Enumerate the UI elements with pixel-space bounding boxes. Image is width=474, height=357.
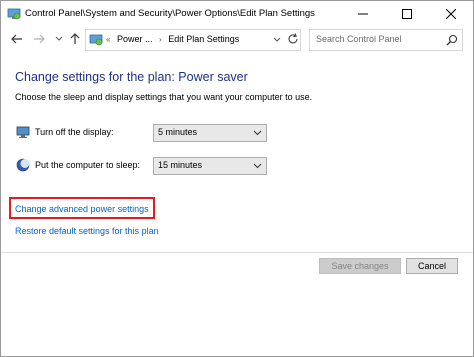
chevron-down-icon [253, 128, 262, 137]
page-description: Choose the sleep and display settings th… [15, 92, 313, 102]
forward-button[interactable] [31, 31, 47, 47]
address-dropdown-icon[interactable] [272, 34, 282, 46]
save-changes-button[interactable]: Save changes [319, 258, 401, 274]
window-title: Control Panel\System and Security\Power … [25, 8, 315, 19]
cancel-button[interactable]: Cancel [406, 258, 458, 274]
control-panel-icon [7, 7, 21, 21]
maximize-button[interactable] [385, 1, 429, 27]
control-panel-icon [89, 33, 103, 47]
page-title: Change settings for the plan: Power save… [15, 70, 248, 84]
sleep-select[interactable]: 15 minutes [153, 157, 267, 175]
breadcrumb-item-power-options[interactable]: Power ... [117, 34, 153, 44]
recent-locations-button[interactable] [51, 31, 67, 47]
turn-off-display-label: Turn off the display: [35, 127, 114, 137]
monitor-icon [16, 125, 30, 139]
title-bar: Control Panel\System and Security\Power … [1, 1, 473, 27]
chevron-right-icon[interactable]: › [159, 35, 162, 44]
window: Control Panel\System and Security\Power … [0, 0, 474, 357]
refresh-icon[interactable] [286, 32, 300, 46]
divider [1, 252, 473, 253]
breadcrumb-item-edit-plan-settings[interactable]: Edit Plan Settings [168, 34, 239, 44]
minimize-button[interactable] [341, 1, 385, 27]
close-button[interactable] [429, 1, 473, 27]
search-box[interactable]: Search Control Panel [309, 29, 463, 51]
address-bar[interactable]: « Power ... › Edit Plan Settings [85, 29, 301, 51]
sleep-value: 15 minutes [158, 160, 203, 170]
chevron-down-icon [253, 161, 262, 170]
sleep-label: Put the computer to sleep: [35, 160, 141, 170]
turn-off-display-select[interactable]: 5 minutes [153, 124, 267, 142]
change-advanced-power-settings-link[interactable]: Change advanced power settings [15, 204, 149, 214]
breadcrumb-overflow[interactable]: « [106, 35, 110, 44]
restore-default-settings-link[interactable]: Restore default settings for this plan [15, 226, 159, 236]
up-button[interactable] [67, 31, 83, 47]
back-button[interactable] [9, 31, 25, 47]
breadcrumb: « Power ... › Edit Plan Settings [106, 34, 243, 44]
moon-icon [16, 158, 30, 172]
navigation-bar: « Power ... › Edit Plan Settings Search … [1, 29, 473, 51]
search-icon[interactable] [446, 34, 458, 46]
turn-off-display-value: 5 minutes [158, 127, 198, 137]
search-input[interactable]: Search Control Panel [316, 34, 402, 44]
